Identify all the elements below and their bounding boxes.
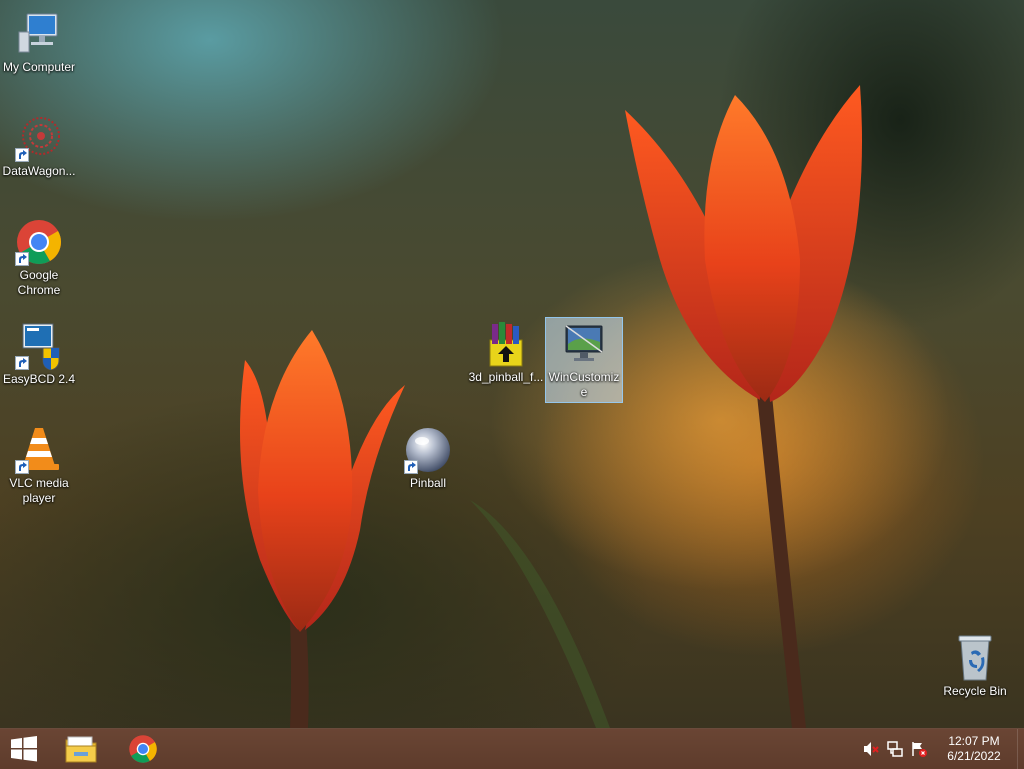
desktop-icon-datawagon[interactable]: DataWagon... <box>1 112 77 179</box>
file-explorer-icon <box>65 736 97 763</box>
recycle-bin-icon <box>951 634 999 682</box>
desktop-icon-3d-pinball-archive[interactable]: 3d_pinball_f... <box>468 318 544 385</box>
desktop-icon-label: DataWagon... <box>2 164 76 178</box>
desktop-icon-google-chrome[interactable]: Google Chrome <box>1 216 77 298</box>
shortcut-arrow-icon <box>15 460 29 474</box>
shortcut-arrow-icon <box>15 356 29 370</box>
desktop-icon-recycle-bin[interactable]: Recycle Bin <box>937 632 1013 699</box>
desktop-icon-easybcd[interactable]: EasyBCD 2.4 <box>1 320 77 387</box>
pinball-icon <box>404 426 452 474</box>
desktop-icon-pinball[interactable]: Pinball <box>390 424 466 491</box>
desktop-icon-label: Google Chrome <box>17 268 61 297</box>
datawagon-icon <box>15 114 63 162</box>
chrome-icon <box>15 218 63 266</box>
desktop-icon-my-computer[interactable]: My Computer <box>1 8 77 75</box>
taskbar: 12:07 PM 6/21/2022 <box>0 728 1024 769</box>
desktop-icon-vlc[interactable]: VLC media player <box>1 424 77 506</box>
tray-volume[interactable] <box>859 729 883 769</box>
show-desktop-button[interactable] <box>1017 729 1024 769</box>
windows-start-icon <box>11 736 37 762</box>
shortcut-arrow-icon <box>15 252 29 266</box>
taskbar-clock[interactable]: 12:07 PM 6/21/2022 <box>937 734 1011 764</box>
tray-action-center[interactable] <box>907 729 931 769</box>
desktop-icon-label: Recycle Bin <box>943 684 1007 698</box>
shortcut-arrow-icon <box>15 148 29 162</box>
desktop-icon-label: VLC media player <box>9 476 69 505</box>
taskbar-google-chrome[interactable] <box>119 729 167 769</box>
easybcd-icon <box>15 322 63 370</box>
desktop-icon-label: My Computer <box>2 60 76 74</box>
desktop-icon-label: Pinball <box>409 476 447 490</box>
start-button[interactable] <box>0 729 48 769</box>
chrome-icon <box>129 735 157 763</box>
network-icon <box>887 741 903 757</box>
clock-date: 6/21/2022 <box>947 749 1001 763</box>
desktop-icon-label: WinCustomize <box>548 370 620 399</box>
shortcut-arrow-icon <box>404 460 418 474</box>
system-tray: 12:07 PM 6/21/2022 <box>859 729 1024 769</box>
computer-icon <box>15 10 63 58</box>
winrar-archive-icon <box>482 320 530 368</box>
tray-network[interactable] <box>883 729 907 769</box>
clock-time: 12:07 PM <box>948 734 1000 748</box>
desktop-icon-label: 3d_pinball_f... <box>468 370 544 384</box>
taskbar-file-explorer[interactable] <box>57 729 105 769</box>
desktop[interactable]: My Computer DataWagon... Google Chrome E… <box>0 0 1024 728</box>
desktop-icon-label: EasyBCD 2.4 <box>2 372 76 386</box>
wincustomize-icon <box>560 320 608 368</box>
action-center-icon <box>912 742 927 757</box>
volume-muted-icon <box>864 742 879 756</box>
vlc-icon <box>15 426 63 474</box>
desktop-icon-wincustomize[interactable]: WinCustomize <box>545 317 623 403</box>
